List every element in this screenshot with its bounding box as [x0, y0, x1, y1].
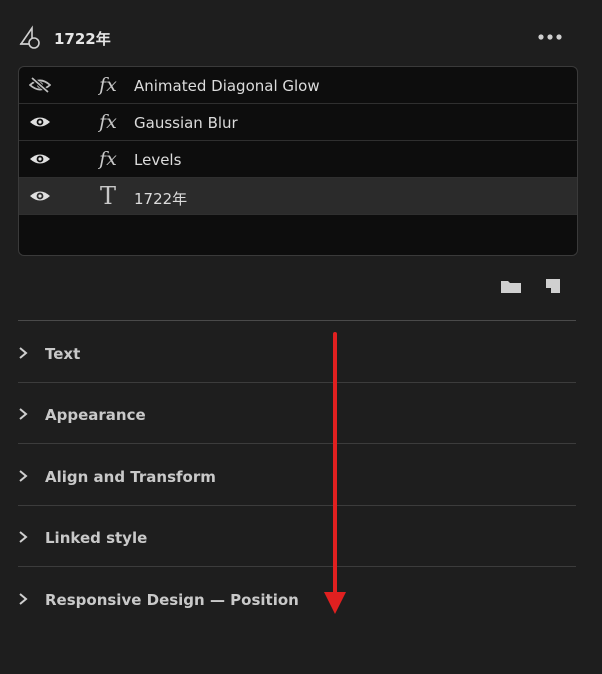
- new-layer-icon[interactable]: [544, 277, 562, 295]
- fx-icon: fx: [99, 74, 117, 96]
- layer-name: 1722年: [134, 190, 188, 208]
- section-align-transform[interactable]: Align and Transform: [18, 449, 576, 505]
- section-appearance[interactable]: Appearance: [18, 387, 576, 443]
- ellipsis-icon[interactable]: [534, 26, 566, 48]
- folder-icon[interactable]: [500, 278, 522, 294]
- chevron-right-icon: [19, 470, 28, 482]
- divider: [18, 382, 576, 383]
- shape-layer-icon: [19, 25, 40, 49]
- section-label: Appearance: [45, 406, 146, 424]
- eye-hidden-icon[interactable]: [29, 76, 51, 94]
- section-text[interactable]: Text: [18, 326, 576, 382]
- divider: [18, 443, 576, 444]
- divider: [18, 566, 576, 567]
- divider: [18, 320, 576, 321]
- layer-name: Gaussian Blur: [134, 114, 238, 132]
- layer-row[interactable]: fx Gaussian Blur: [19, 104, 577, 141]
- layer-row[interactable]: fx Levels: [19, 141, 577, 178]
- divider: [18, 505, 576, 506]
- section-label: Linked style: [45, 529, 148, 547]
- layer-name: Levels: [134, 151, 182, 169]
- section-label: Text: [45, 345, 81, 363]
- eye-icon[interactable]: [29, 187, 51, 205]
- layer-row-selected[interactable]: T 1722年: [19, 178, 577, 215]
- fx-icon: fx: [99, 148, 117, 170]
- section-linked-style[interactable]: Linked style: [18, 510, 576, 566]
- chevron-right-icon: [19, 408, 28, 420]
- layer-list: fx Animated Diagonal Glow fx Gaussian Bl…: [18, 66, 578, 256]
- panel-header: 1722年: [18, 22, 584, 54]
- eye-icon[interactable]: [29, 113, 51, 131]
- chevron-right-icon: [19, 347, 28, 359]
- chevron-right-icon: [19, 531, 28, 543]
- section-label: Responsive Design — Position: [45, 591, 299, 609]
- section-responsive-design[interactable]: Responsive Design — Position: [18, 572, 576, 628]
- text-layer-icon: T: [99, 182, 116, 210]
- panel-title: 1722年: [54, 30, 111, 48]
- layer-name: Animated Diagonal Glow: [134, 77, 320, 95]
- section-label: Align and Transform: [45, 468, 216, 486]
- fx-icon: fx: [99, 111, 117, 133]
- layer-row[interactable]: fx Animated Diagonal Glow: [19, 67, 577, 104]
- scroll-down-arrow-annotation: [324, 332, 346, 614]
- chevron-right-icon: [19, 593, 28, 605]
- eye-icon[interactable]: [29, 150, 51, 168]
